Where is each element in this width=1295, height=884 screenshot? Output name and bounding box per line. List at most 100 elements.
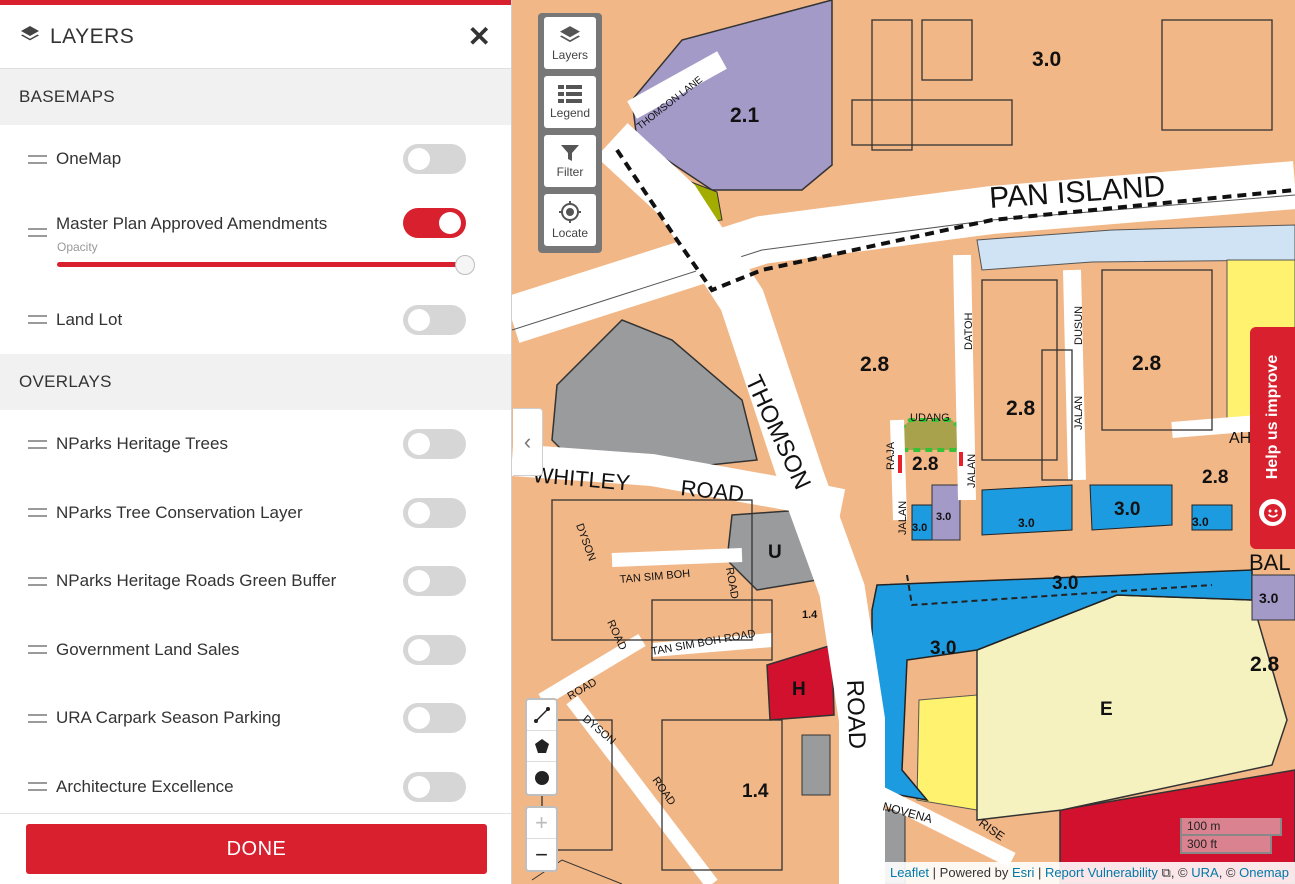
plot-ratio-label: 3.0: [1052, 573, 1078, 594]
legend-button[interactable]: Legend: [544, 76, 596, 128]
zoom-control: + −: [525, 806, 558, 872]
draw-toolbar: [525, 698, 558, 796]
layers-button[interactable]: Layers: [544, 17, 596, 69]
external-link-icon: ⧉: [1161, 865, 1171, 880]
plot-ratio-label: 2.8: [1132, 352, 1162, 375]
road-label: JALAN: [1073, 396, 1085, 430]
amendment-parcel[interactable]: [898, 418, 964, 452]
app-window: LAYERS ✕ BASEMAPS OneMap Master Plan App…: [0, 0, 1295, 884]
chevron-left-icon: ‹: [523, 429, 532, 454]
zoom-in-button[interactable]: +: [527, 808, 556, 839]
toggle-knob: [408, 148, 430, 171]
layer-toggle[interactable]: [403, 144, 466, 175]
locate-button-label: Locate: [551, 225, 589, 240]
draw-polygon-button[interactable]: [527, 731, 556, 762]
plot-ratio-label: 2.8: [1006, 397, 1036, 420]
map-canvas[interactable]: 2.1 3.0 2.8 2.8 2.8 2.8 2.8 3.0 3.0 3.0 …: [512, 0, 1295, 884]
layer-toggle[interactable]: [403, 304, 466, 335]
drag-handle-icon[interactable]: [28, 576, 47, 586]
drag-handle-icon[interactable]: [28, 713, 47, 723]
drag-handle-icon[interactable]: [28, 439, 47, 449]
layer-label: Architecture Excellence: [56, 776, 234, 796]
layer-toggle[interactable]: [403, 429, 466, 460]
plot-ratio-label: 1.4: [802, 609, 818, 621]
plot-ratio-label: 3.0: [1192, 515, 1209, 529]
edit-handle[interactable]: [898, 455, 902, 473]
overlays-heading: OVERLAYS: [0, 354, 511, 410]
drag-handle-icon[interactable]: [28, 782, 47, 792]
map-parcel: [551, 319, 758, 471]
circle-icon: [534, 770, 549, 785]
layer-toggle[interactable]: [403, 566, 466, 597]
done-button[interactable]: DONE: [26, 824, 487, 874]
draw-polyline-button[interactable]: [527, 700, 556, 731]
collapse-panel-button[interactable]: ‹: [513, 408, 543, 476]
layer-row-heritage-trees: NParks Heritage Trees: [0, 410, 511, 479]
leaflet-link[interactable]: Leaflet: [890, 865, 929, 880]
map-road: [611, 548, 743, 567]
plot-ratio-label: 3.0: [1114, 499, 1140, 520]
drag-handle-icon[interactable]: [28, 508, 47, 518]
layer-toggle[interactable]: [403, 497, 466, 528]
locate-button[interactable]: Locate: [544, 194, 596, 246]
drag-handle-icon[interactable]: [28, 227, 47, 237]
map-road: [538, 633, 646, 707]
plot-ratio-label: 2.8: [1202, 467, 1228, 488]
close-icon[interactable]: ✕: [468, 22, 491, 51]
road-label: AH: [1229, 430, 1251, 447]
layer-toggle[interactable]: [403, 703, 466, 734]
zoom-out-button[interactable]: −: [527, 839, 556, 870]
edit-handle[interactable]: [959, 452, 963, 466]
layer-row-carpark: URA Carpark Season Parking: [0, 684, 511, 753]
esri-link[interactable]: Esri: [1012, 865, 1034, 880]
layer-label: NParks Heritage Roads Green Buffer: [56, 571, 337, 591]
attribution-text: , ©: [1218, 865, 1240, 880]
zone-label: U: [768, 542, 782, 563]
scale-metric: 100 m: [1180, 818, 1282, 836]
layer-row-master-plan: Master Plan Approved Amendments Opacity: [0, 194, 511, 286]
layers-panel: LAYERS ✕ BASEMAPS OneMap Master Plan App…: [0, 0, 512, 884]
overlay-list[interactable]: NParks Heritage Trees NParks Tree Conser…: [0, 410, 511, 814]
opacity-slider-thumb[interactable]: [455, 254, 475, 275]
road-label: RAJA: [885, 441, 897, 470]
panel-footer: DONE: [0, 813, 511, 884]
filter-icon: [561, 144, 579, 161]
polyline-icon: [533, 707, 550, 723]
layer-row-gov-land-sales: Government Land Sales: [0, 616, 511, 685]
opacity-slider-track[interactable]: [57, 261, 467, 267]
panel-header: LAYERS ✕: [0, 5, 511, 69]
toggle-knob: [439, 211, 461, 234]
road-label: BAL: [1249, 550, 1291, 575]
list-icon: [558, 84, 582, 103]
drag-handle-icon[interactable]: [28, 645, 47, 655]
draw-circle-button[interactable]: [527, 762, 556, 793]
drag-handle-icon[interactable]: [28, 154, 47, 164]
layer-label: OneMap: [56, 149, 122, 169]
toggle-knob: [408, 501, 430, 524]
toggle-knob: [408, 570, 430, 593]
road-label: DATOH: [963, 312, 975, 350]
ura-link[interactable]: URA: [1191, 865, 1218, 880]
map-parcel: [801, 734, 831, 796]
smiley-icon: [1259, 499, 1286, 526]
layer-label: Government Land Sales: [56, 639, 240, 659]
opacity-label: Opacity: [57, 239, 98, 254]
layer-toggle[interactable]: [403, 207, 466, 238]
plot-ratio-label: 3.0: [1032, 48, 1061, 71]
basemaps-heading: BASEMAPS: [0, 69, 511, 125]
road-label: ROAD: [679, 475, 745, 507]
report-vulnerability-link[interactable]: Report Vulnerability: [1045, 865, 1158, 880]
zone-label: E: [1100, 699, 1113, 720]
zone-label: H: [792, 679, 806, 700]
onemap-link[interactable]: Onemap: [1239, 865, 1289, 880]
layer-toggle[interactable]: [403, 771, 466, 802]
scale-imperial: 300 ft: [1180, 836, 1272, 854]
toggle-knob: [408, 775, 430, 798]
layer-row-heritage-roads: NParks Heritage Roads Green Buffer: [0, 547, 511, 616]
drag-handle-icon[interactable]: [28, 315, 47, 325]
scale-bar: 100 m 300 ft: [1180, 818, 1282, 854]
filter-button[interactable]: Filter: [544, 135, 596, 187]
feedback-tab[interactable]: Help us improve: [1250, 327, 1295, 549]
plot-ratio-label: 2.8: [912, 454, 938, 475]
layer-toggle[interactable]: [403, 634, 466, 665]
